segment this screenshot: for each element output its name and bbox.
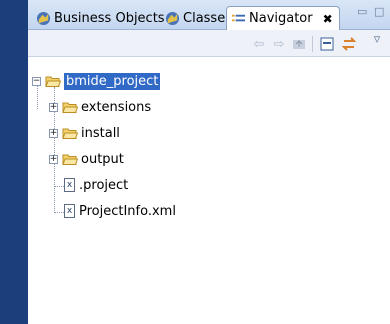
file-icon: x <box>64 204 75 218</box>
collapse-icon[interactable]: − <box>32 76 41 86</box>
navigator-icon <box>231 14 246 22</box>
navigator-view: Business Objects Classes Navigator ✖ ▭ □… <box>28 0 390 324</box>
tree-node-label: install <box>81 125 120 141</box>
tab-label: Business Objects <box>54 11 165 26</box>
collapse-all-icon[interactable] <box>318 35 336 53</box>
tree-node-file[interactable]: x ProjectInfo.xml <box>64 199 176 223</box>
tree-node-label: bmide_project <box>64 72 161 90</box>
tree-node-label: ProjectInfo.xml <box>79 203 176 219</box>
file-icon: x <box>64 178 75 192</box>
tree-node-file[interactable]: x .project <box>64 173 128 197</box>
tab-classes[interactable]: Classes <box>161 7 236 30</box>
tree-node-folder[interactable]: + output <box>49 147 124 171</box>
view-tab-bar: Business Objects Classes Navigator ✖ ▭ □ <box>28 0 390 30</box>
folder-icon <box>62 154 78 165</box>
folder-icon <box>62 102 78 113</box>
link-with-editor-icon[interactable] <box>340 35 358 53</box>
tree-node-label: .project <box>79 177 129 193</box>
tree-node-root[interactable]: − bmide_project <box>32 69 161 93</box>
tab-label: Navigator <box>249 11 313 26</box>
tab-navigator[interactable]: Navigator ✖ <box>226 6 340 30</box>
tree-node-folder[interactable]: + install <box>49 121 120 145</box>
folder-open-icon <box>45 76 61 87</box>
expand-icon[interactable]: + <box>49 154 58 164</box>
tree-connector <box>54 186 64 187</box>
view-menu-icon[interactable]: ▿ <box>368 30 386 48</box>
forward-arrow-icon[interactable]: ⇨ <box>270 35 288 53</box>
tree-connector <box>54 212 64 213</box>
maximize-icon[interactable]: □ <box>374 5 384 18</box>
tab-business-objects[interactable]: Business Objects <box>32 7 169 30</box>
folder-icon <box>62 128 78 139</box>
view-toolbar: ⇦ ⇨ ▿ <box>28 30 390 57</box>
classes-icon <box>165 11 180 26</box>
business-objects-icon <box>36 11 51 26</box>
up-folder-icon[interactable] <box>290 35 308 53</box>
tab-label: Classes <box>183 11 232 26</box>
workbench-left-edge <box>0 0 28 324</box>
minimize-icon[interactable]: ▭ <box>357 5 367 18</box>
close-icon[interactable]: ✖ <box>323 12 333 26</box>
navigator-tree: − bmide_project + extensions + install +… <box>28 57 390 324</box>
expand-icon[interactable]: + <box>49 102 58 112</box>
back-arrow-icon[interactable]: ⇦ <box>250 35 268 53</box>
tree-node-label: extensions <box>81 99 152 115</box>
tree-node-folder[interactable]: + extensions <box>49 95 151 119</box>
expand-icon[interactable]: + <box>49 128 58 138</box>
toolbar-separator <box>312 36 313 52</box>
tree-node-label: output <box>81 151 124 167</box>
